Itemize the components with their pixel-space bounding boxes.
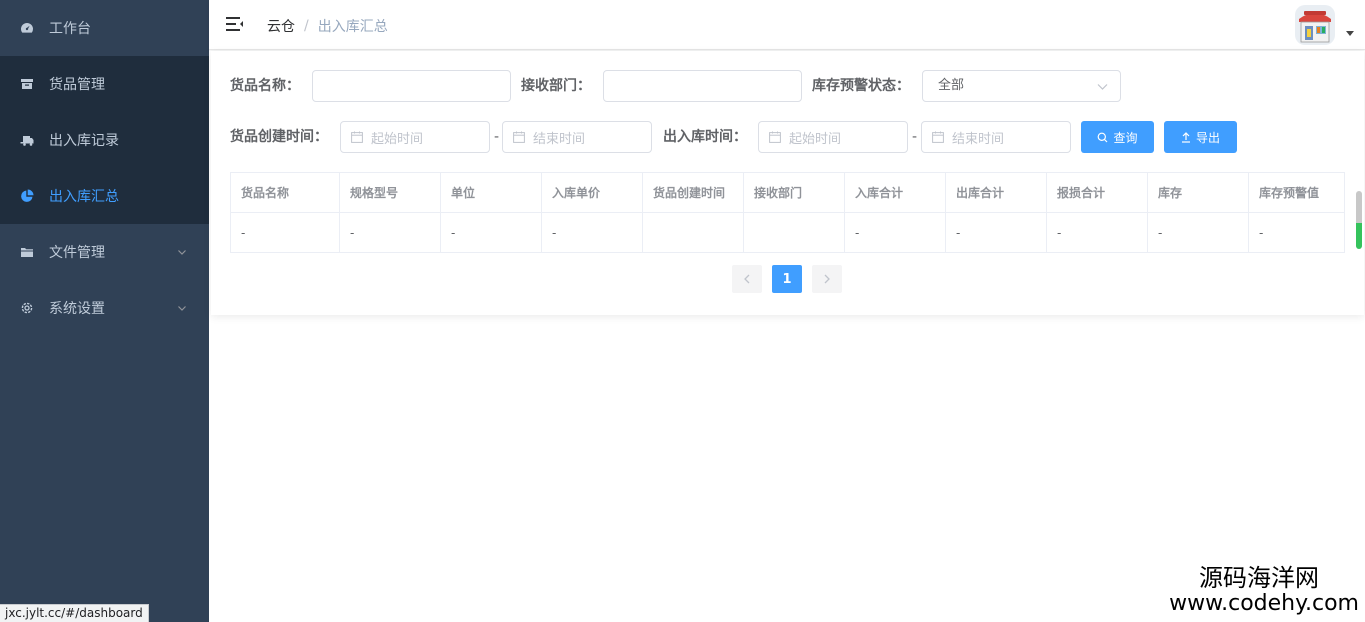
prev-page-button[interactable] bbox=[732, 265, 762, 293]
table-cell: - bbox=[844, 212, 946, 253]
range-separator: - bbox=[494, 129, 500, 145]
column-header[interactable]: 出库合计 bbox=[945, 172, 1047, 213]
dept-label: 接收部门： bbox=[521, 78, 591, 94]
column-header[interactable]: 接收部门 bbox=[743, 172, 845, 213]
table-cell bbox=[642, 212, 744, 253]
watermark-url: www.codehy.com bbox=[1169, 591, 1359, 616]
watermark: 源码海洋网 www.codehy.com bbox=[1169, 564, 1359, 616]
pie-chart-icon bbox=[20, 189, 34, 203]
sidebar-item-inout-summary[interactable]: 出入库汇总 bbox=[0, 168, 209, 224]
inout-end-date[interactable]: 结束时间 bbox=[921, 121, 1071, 153]
column-header[interactable]: 入库单价 bbox=[541, 172, 643, 213]
column-header[interactable]: 库存 bbox=[1147, 172, 1249, 213]
created-end-date[interactable]: 结束时间 bbox=[502, 121, 652, 153]
breadcrumb: 云仓 / 出入库汇总 bbox=[267, 16, 388, 36]
table-cell bbox=[743, 212, 845, 253]
table-header-row: 货品名称 规格型号 单位 入库单价 货品创建时间 接收部门 入库合计 出库合计 … bbox=[230, 172, 1345, 213]
chevron-right-icon bbox=[824, 274, 830, 284]
navbar: 云仓 / 出入库汇总 bbox=[209, 0, 1365, 50]
date-placeholder: 结束时间 bbox=[533, 131, 586, 147]
goods-created-label: 货品创建时间： bbox=[230, 129, 328, 145]
sidebar-item-label: 出入库汇总 bbox=[49, 189, 119, 205]
table-cell: - bbox=[541, 212, 643, 253]
inout-time-label: 出入库时间： bbox=[663, 129, 747, 145]
sidebar-item-goods[interactable]: 货品管理 bbox=[0, 56, 209, 112]
sidebar-item-settings[interactable]: 系统设置 bbox=[0, 280, 209, 336]
column-header[interactable]: 货品创建时间 bbox=[642, 172, 744, 213]
gear-icon bbox=[20, 301, 34, 315]
chevron-down-icon bbox=[1097, 84, 1108, 90]
table-cell: - bbox=[339, 212, 441, 253]
warning-status-select[interactable]: 全部 bbox=[922, 70, 1121, 102]
goods-name-input[interactable] bbox=[312, 70, 511, 102]
watermark-cn: 源码海洋网 bbox=[1199, 564, 1319, 592]
created-start-date[interactable]: 起始时间 bbox=[340, 121, 490, 153]
warning-status-value: 全部 bbox=[938, 78, 965, 93]
export-button-label: 导出 bbox=[1195, 130, 1220, 145]
archive-icon bbox=[20, 77, 34, 91]
calendar-icon bbox=[513, 131, 525, 143]
table-cell: - bbox=[1147, 212, 1249, 253]
store-avatar-icon bbox=[1295, 5, 1335, 45]
search-button-label: 查询 bbox=[1113, 130, 1138, 145]
truck-icon bbox=[20, 133, 34, 147]
scrollbar[interactable] bbox=[1356, 191, 1362, 249]
column-header[interactable]: 报损合计 bbox=[1046, 172, 1148, 213]
column-header[interactable]: 库存预警值 bbox=[1248, 172, 1345, 213]
search-icon bbox=[1098, 132, 1108, 142]
avatar[interactable] bbox=[1295, 5, 1335, 45]
summary-table: 货品名称 规格型号 单位 入库单价 货品创建时间 接收部门 入库合计 出库合计 … bbox=[230, 172, 1345, 253]
chevron-down-icon bbox=[178, 306, 186, 311]
sidebar-item-label: 出入库记录 bbox=[49, 133, 119, 149]
dashboard-icon bbox=[20, 21, 34, 35]
column-header[interactable]: 单位 bbox=[440, 172, 542, 213]
sidebar-item-inout-records[interactable]: 出入库记录 bbox=[0, 112, 209, 168]
folder-icon bbox=[20, 245, 34, 259]
status-url: jxc.jylt.cc/#/dashboard bbox=[0, 604, 149, 622]
breadcrumb-home[interactable]: 云仓 bbox=[267, 16, 295, 36]
page-number-button[interactable]: 1 bbox=[772, 265, 802, 293]
date-placeholder: 起始时间 bbox=[371, 131, 424, 147]
sidebar-item-label: 工作台 bbox=[49, 21, 91, 37]
calendar-icon bbox=[932, 131, 944, 143]
export-button[interactable]: 导出 bbox=[1164, 121, 1237, 153]
range-separator: - bbox=[912, 129, 918, 145]
breadcrumb-current: 出入库汇总 bbox=[317, 19, 388, 35]
summary-card: 货品名称： 接收部门： 库存预警状态： 全部 货品创建时间： 起始时间 - 结束… bbox=[211, 51, 1364, 315]
sidebar-item-label: 系统设置 bbox=[49, 301, 105, 317]
date-placeholder: 起始时间 bbox=[789, 131, 842, 147]
caret-down-icon[interactable] bbox=[1346, 31, 1354, 36]
table-cell: - bbox=[1248, 212, 1345, 253]
sidebar-item-files[interactable]: 文件管理 bbox=[0, 224, 209, 280]
sidebar-item-label: 货品管理 bbox=[49, 77, 105, 93]
sidebar: 工作台 货品管理 出入库记录 出入库汇总 文件管理 系统设置 jxc.jylt.… bbox=[0, 0, 209, 622]
table-cell: - bbox=[1046, 212, 1148, 253]
next-page-button[interactable] bbox=[812, 265, 842, 293]
sidebar-item-dashboard[interactable]: 工作台 bbox=[0, 0, 209, 56]
dept-input[interactable] bbox=[603, 70, 802, 102]
hamburger-icon[interactable] bbox=[226, 15, 244, 33]
warning-status-label: 库存预警状态： bbox=[812, 78, 910, 94]
search-button[interactable]: 查询 bbox=[1081, 121, 1154, 153]
chevron-left-icon bbox=[744, 274, 750, 284]
table-cell: - bbox=[230, 212, 340, 253]
column-header[interactable]: 货品名称 bbox=[230, 172, 340, 213]
breadcrumb-separator: / bbox=[304, 18, 309, 34]
chevron-down-icon bbox=[178, 250, 186, 255]
calendar-icon bbox=[769, 131, 781, 143]
table-row[interactable]: - - - - - - - - - bbox=[230, 212, 1345, 253]
goods-name-label: 货品名称： bbox=[230, 78, 300, 94]
table-cell: - bbox=[945, 212, 1047, 253]
upload-icon bbox=[1181, 131, 1190, 143]
calendar-icon bbox=[351, 131, 363, 143]
inout-start-date[interactable]: 起始时间 bbox=[758, 121, 908, 153]
column-header[interactable]: 规格型号 bbox=[339, 172, 441, 213]
table-cell: - bbox=[440, 212, 542, 253]
date-placeholder: 结束时间 bbox=[952, 131, 1005, 147]
column-header[interactable]: 入库合计 bbox=[844, 172, 946, 213]
sidebar-item-label: 文件管理 bbox=[49, 245, 105, 261]
